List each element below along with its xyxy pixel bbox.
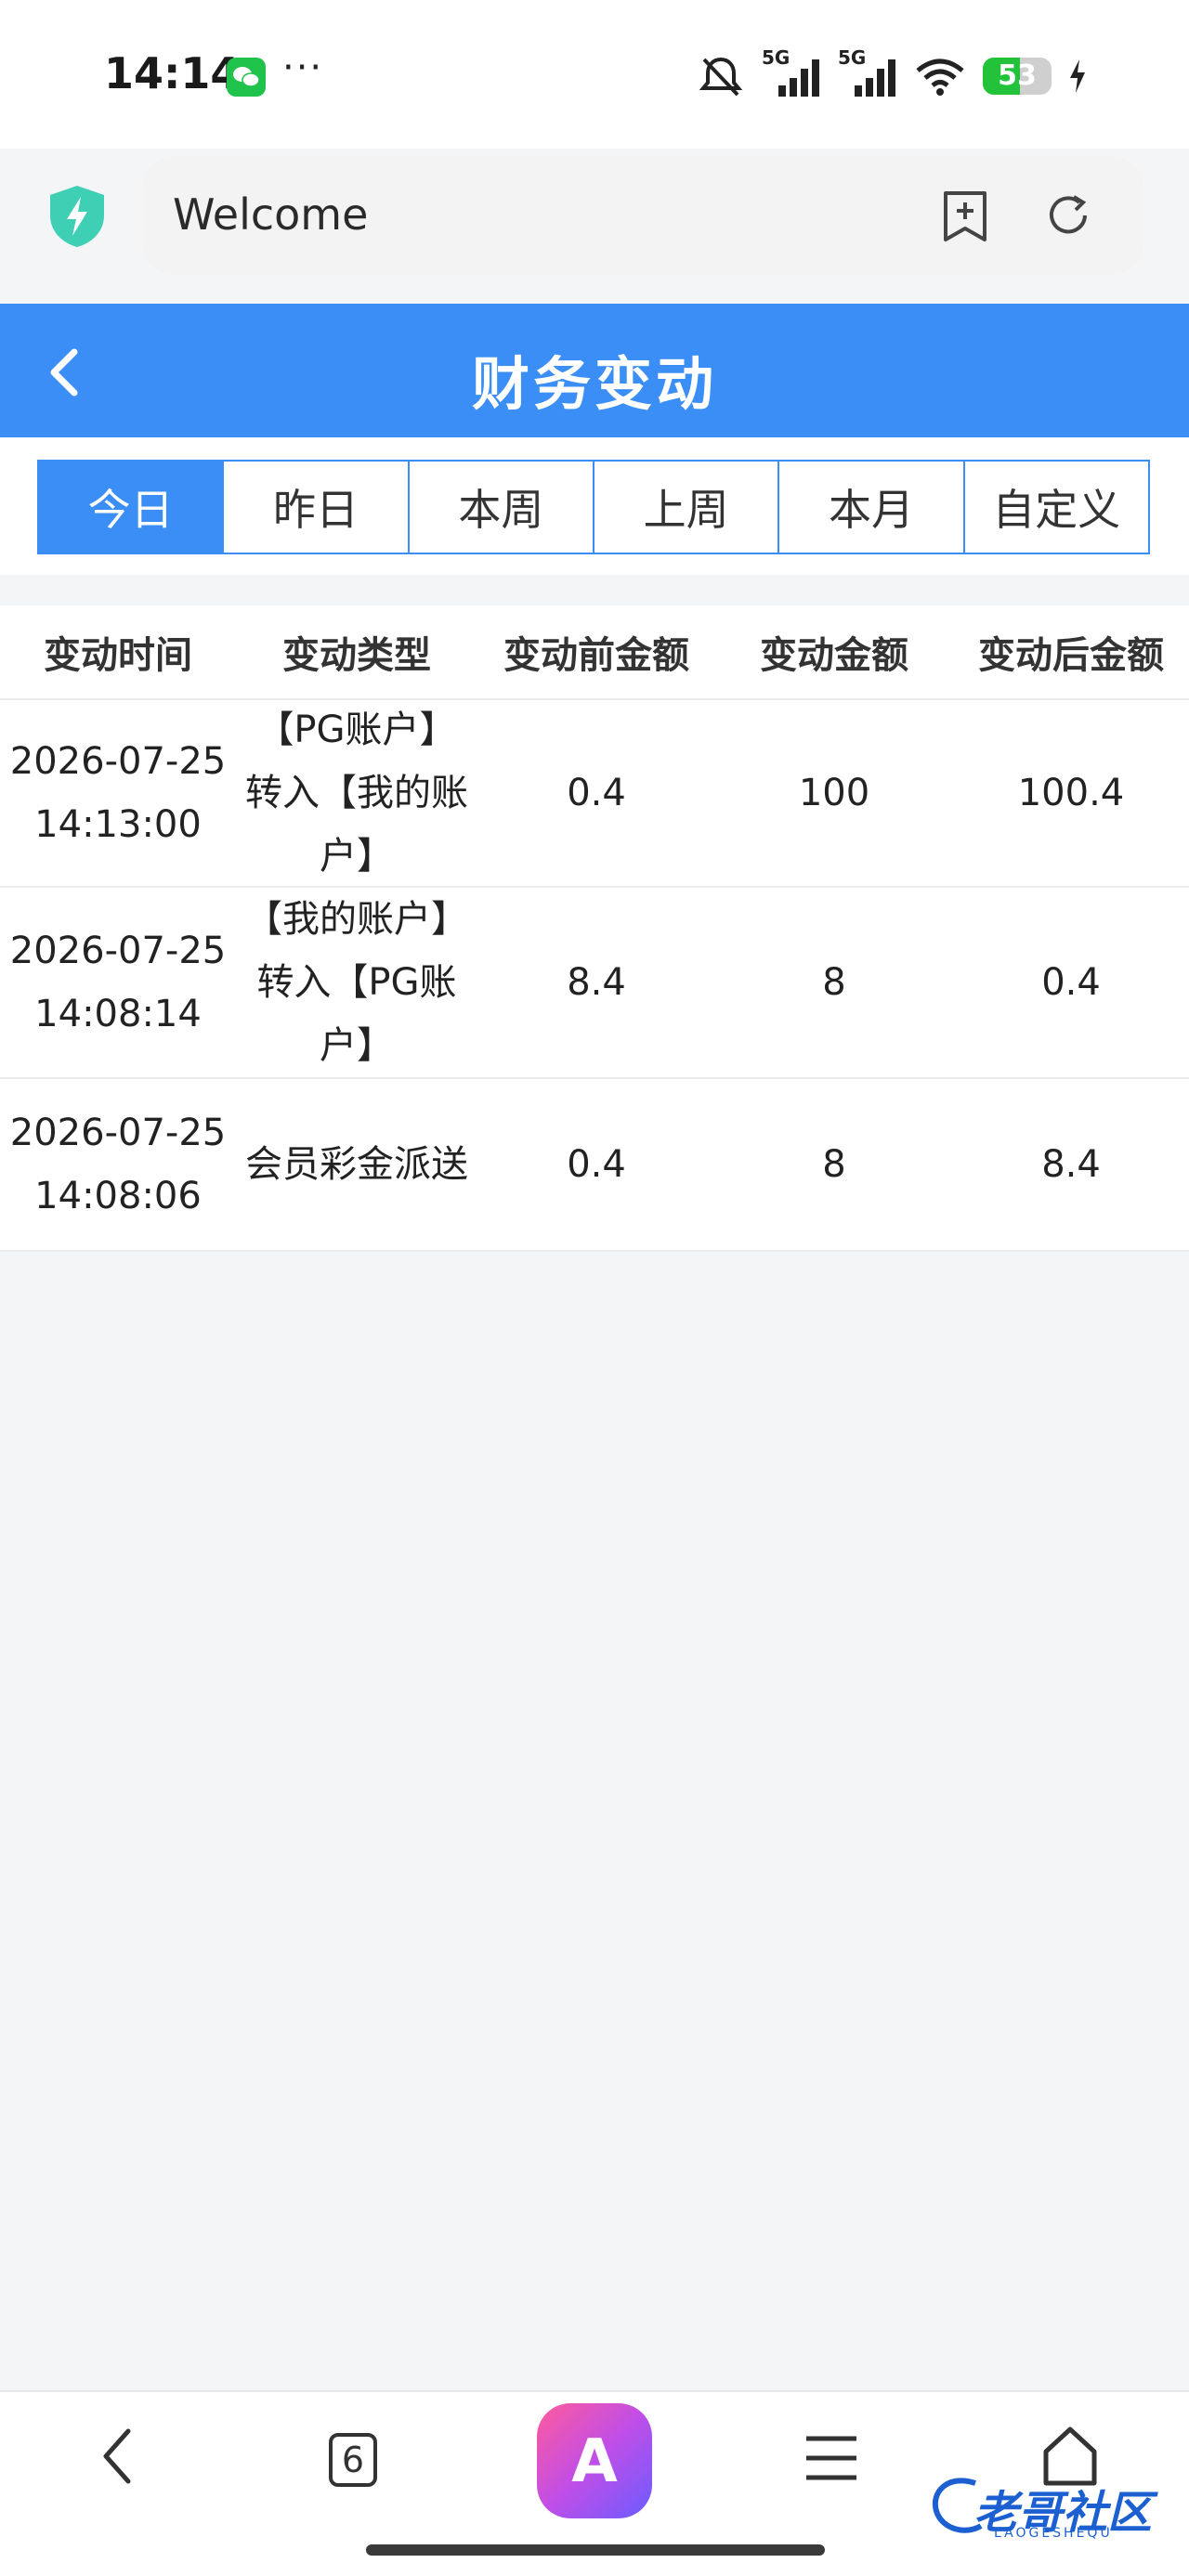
url-text[interactable]: Welcome <box>173 189 368 240</box>
ai-logo-text: A <box>571 2427 618 2496</box>
signal-icon-2: 5G <box>838 46 897 98</box>
cell-before: 0.4 <box>567 772 626 814</box>
cell-amount: 8 <box>822 1143 846 1186</box>
cell-type-line: 户】 <box>320 835 394 878</box>
wifi-icon <box>916 59 964 96</box>
cell-type-line: 转入【PG账 <box>256 961 457 1004</box>
cell-type-line: 【PG账户】 <box>256 709 457 751</box>
tab-last-week[interactable]: 上周 <box>592 462 778 553</box>
tab-yesterday[interactable]: 昨日 <box>222 462 408 553</box>
cell-time-text: 14:08:06 <box>34 1175 202 1217</box>
cell-type-line: 转入【我的账 <box>245 772 468 814</box>
table-row: 2026-07-25 14:13:00 【PG账户】 转入【我的账 户】 0.4… <box>0 700 1189 888</box>
header-type: 变动类型 <box>282 634 431 677</box>
tab-custom[interactable]: 自定义 <box>962 462 1148 553</box>
battery-indicator: 53 <box>983 58 1052 95</box>
wechat-icon <box>227 58 266 97</box>
ai-assistant-button[interactable]: A <box>537 2403 652 2518</box>
header-amount: 变动金额 <box>760 634 908 677</box>
table-row: 2026-07-25 14:08:06 会员彩金派送 0.4 8 8.4 <box>0 1079 1189 1252</box>
status-bar: 14:14 ··· 5G 5G 53 <box>0 0 1189 149</box>
url-bar[interactable]: Welcome <box>143 156 1143 275</box>
cell-type-line: 户】 <box>320 1024 394 1067</box>
watermark-subtext: LAOGESHEQU <box>994 2526 1113 2541</box>
cell-type: 会员彩金派送 <box>236 1133 477 1196</box>
cell-type: 【我的账户】 转入【PG账 户】 <box>236 888 477 1077</box>
header-after: 变动后金额 <box>978 634 1164 677</box>
more-notifications-icon: ··· <box>282 46 324 89</box>
mute-icon <box>699 57 743 97</box>
cell-time-text: 14:08:14 <box>34 993 202 1035</box>
cell-time: 2026-07-25 14:13:00 <box>0 730 236 856</box>
cell-after: 8.4 <box>1041 1143 1101 1186</box>
tab-today[interactable]: 今日 <box>39 462 223 553</box>
page-title: 财务变动 <box>471 350 717 418</box>
shield-bolt-icon[interactable] <box>46 184 108 249</box>
tab-this-month[interactable]: 本月 <box>777 462 963 553</box>
cell-date-text: 2026-07-25 <box>9 1112 227 1154</box>
table-row: 2026-07-25 14:08:14 【我的账户】 转入【PG账 户】 8.4… <box>0 888 1189 1079</box>
date-filter-area: 今日 昨日 本周 上周 本月 自定义 <box>0 437 1189 575</box>
cell-amount: 100 <box>798 772 870 814</box>
cell-after: 100.4 <box>1017 772 1125 814</box>
table-header: 变动时间 变动类型 变动前金额 变动金额 变动后金额 <box>0 605 1189 700</box>
cell-amount: 8 <box>822 961 846 1004</box>
refresh-icon[interactable] <box>1042 189 1094 241</box>
header-time: 变动时间 <box>44 634 192 677</box>
cell-date-text: 2026-07-25 <box>9 930 227 972</box>
tab-this-week[interactable]: 本周 <box>407 462 593 553</box>
menu-icon[interactable] <box>804 2433 858 2483</box>
signal-icon-1: 5G <box>762 46 821 98</box>
bookmark-add-icon[interactable] <box>940 189 990 243</box>
cell-date-text: 2026-07-25 <box>9 740 227 783</box>
cell-before: 0.4 <box>567 1143 626 1186</box>
cell-type-line: 【我的账户】 <box>245 898 468 941</box>
battery-level: 53 <box>998 59 1037 92</box>
cell-before: 8.4 <box>567 961 626 1004</box>
home-indicator[interactable] <box>366 2544 825 2556</box>
date-filter-tabs: 今日 昨日 本周 上周 本月 自定义 <box>37 460 1150 554</box>
tab-count-button[interactable]: 6 <box>329 2433 377 2487</box>
cell-type-line: 会员彩金派送 <box>245 1143 468 1186</box>
transactions-table: 变动时间 变动类型 变动前金额 变动金额 变动后金额 2026-07-25 14… <box>0 605 1189 1252</box>
back-arrow-icon[interactable] <box>98 2424 136 2489</box>
status-time: 14:14 <box>104 48 241 98</box>
charging-icon <box>1070 59 1085 93</box>
watermark-logo: 老哥社区 LAOGESHEQU <box>929 2470 1180 2544</box>
cell-time: 2026-07-25 14:08:14 <box>0 919 236 1046</box>
cell-time: 2026-07-25 14:08:06 <box>0 1101 236 1228</box>
cell-time-text: 14:13:00 <box>34 803 202 846</box>
cell-after: 0.4 <box>1041 961 1101 1004</box>
cell-type: 【PG账户】 转入【我的账 户】 <box>236 698 477 888</box>
header-before: 变动前金额 <box>503 634 689 677</box>
status-indicators: 5G 5G 53 <box>697 46 1087 104</box>
app-header: 财务变动 <box>0 304 1189 437</box>
